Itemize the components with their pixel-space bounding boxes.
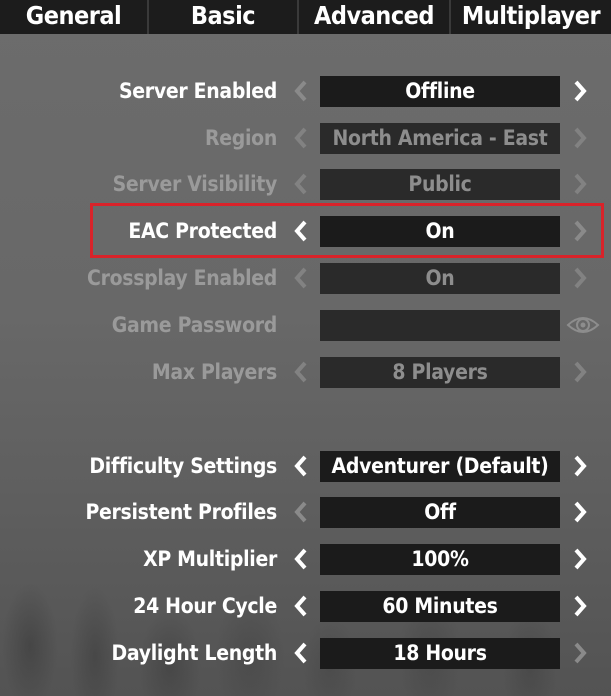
setting-value: Public: [320, 169, 560, 200]
setting-persistent-profiles: Persistent Profiles Off: [0, 495, 611, 529]
chevron-left-icon[interactable]: [289, 636, 313, 670]
setting-label: Persistent Profiles: [85, 500, 277, 524]
chevron-left-icon[interactable]: [289, 449, 313, 483]
setting-difficulty: Difficulty Settings Adventurer (Default): [0, 449, 611, 483]
chevron-right-icon: [568, 261, 592, 295]
setting-label: Difficulty Settings: [89, 454, 277, 478]
setting-value: 60 Minutes: [320, 591, 560, 622]
chevron-right-icon[interactable]: [568, 214, 592, 248]
setting-label: Game Password: [111, 313, 278, 337]
chevron-right-icon[interactable]: [568, 495, 592, 529]
chevron-left-icon[interactable]: [289, 589, 313, 623]
chevron-left-icon[interactable]: [289, 74, 313, 108]
setting-value: Adventurer (Default): [320, 451, 560, 482]
chevron-right-icon[interactable]: [568, 74, 592, 108]
setting-game-password: Game Password: [0, 308, 611, 342]
setting-label: Region: [205, 126, 277, 150]
setting-24-hour-cycle: 24 Hour Cycle 60 Minutes: [0, 589, 611, 623]
setting-eac-protected: EAC Protected On: [0, 214, 611, 248]
setting-label: Max Players: [151, 360, 277, 384]
setting-xp-multiplier: XP Multiplier 100%: [0, 542, 611, 576]
chevron-left-icon: [289, 167, 313, 201]
setting-server-visibility: Server Visibility Public: [0, 167, 611, 201]
setting-value: 8 Players: [320, 357, 560, 388]
setting-region: Region North America - East: [0, 121, 611, 155]
setting-label: Server Visibility: [112, 172, 278, 196]
setting-label: Crossplay Enabled: [87, 266, 277, 290]
chevron-right-icon: [568, 167, 592, 201]
tab-general[interactable]: General: [0, 0, 149, 34]
chevron-left-icon: [289, 121, 313, 155]
chevron-right-icon[interactable]: [568, 636, 592, 670]
chevron-left-icon[interactable]: [289, 214, 313, 248]
setting-value: 18 Hours: [320, 638, 560, 669]
chevron-right-icon[interactable]: [568, 589, 592, 623]
setting-server-enabled: Server Enabled Offline: [0, 74, 611, 108]
setting-max-players: Max Players 8 Players: [0, 355, 611, 389]
chevron-right-icon: [568, 121, 592, 155]
setting-value: 100%: [320, 544, 560, 575]
setting-value: North America - East: [320, 123, 560, 154]
setting-label: Server Enabled: [118, 79, 277, 103]
chevron-left-icon[interactable]: [289, 495, 313, 529]
setting-value: On: [320, 263, 560, 294]
setting-daylight-length: Daylight Length 18 Hours: [0, 636, 611, 670]
password-input[interactable]: [320, 310, 560, 341]
setting-value: On: [320, 216, 560, 247]
chevron-left-icon: [289, 261, 313, 295]
chevron-right-icon[interactable]: [568, 542, 592, 576]
chevron-left-icon: [289, 355, 313, 389]
eye-icon[interactable]: [566, 313, 600, 337]
setting-label: 24 Hour Cycle: [133, 594, 277, 618]
tab-bar: General Basic Advanced Multiplayer: [0, 0, 611, 34]
setting-value: Offline: [320, 76, 560, 107]
tab-advanced[interactable]: Advanced: [299, 0, 451, 34]
chevron-left-icon[interactable]: [289, 542, 313, 576]
tab-multiplayer[interactable]: Multiplayer: [451, 0, 611, 34]
chevron-right-icon[interactable]: [568, 449, 592, 483]
setting-crossplay-enabled: Crossplay Enabled On: [0, 261, 611, 295]
setting-label: EAC Protected: [128, 219, 277, 243]
tab-basic[interactable]: Basic: [149, 0, 299, 34]
setting-label: Daylight Length: [111, 641, 278, 665]
setting-value: Off: [320, 497, 560, 528]
setting-label: XP Multiplier: [143, 547, 277, 571]
chevron-right-icon: [568, 355, 592, 389]
